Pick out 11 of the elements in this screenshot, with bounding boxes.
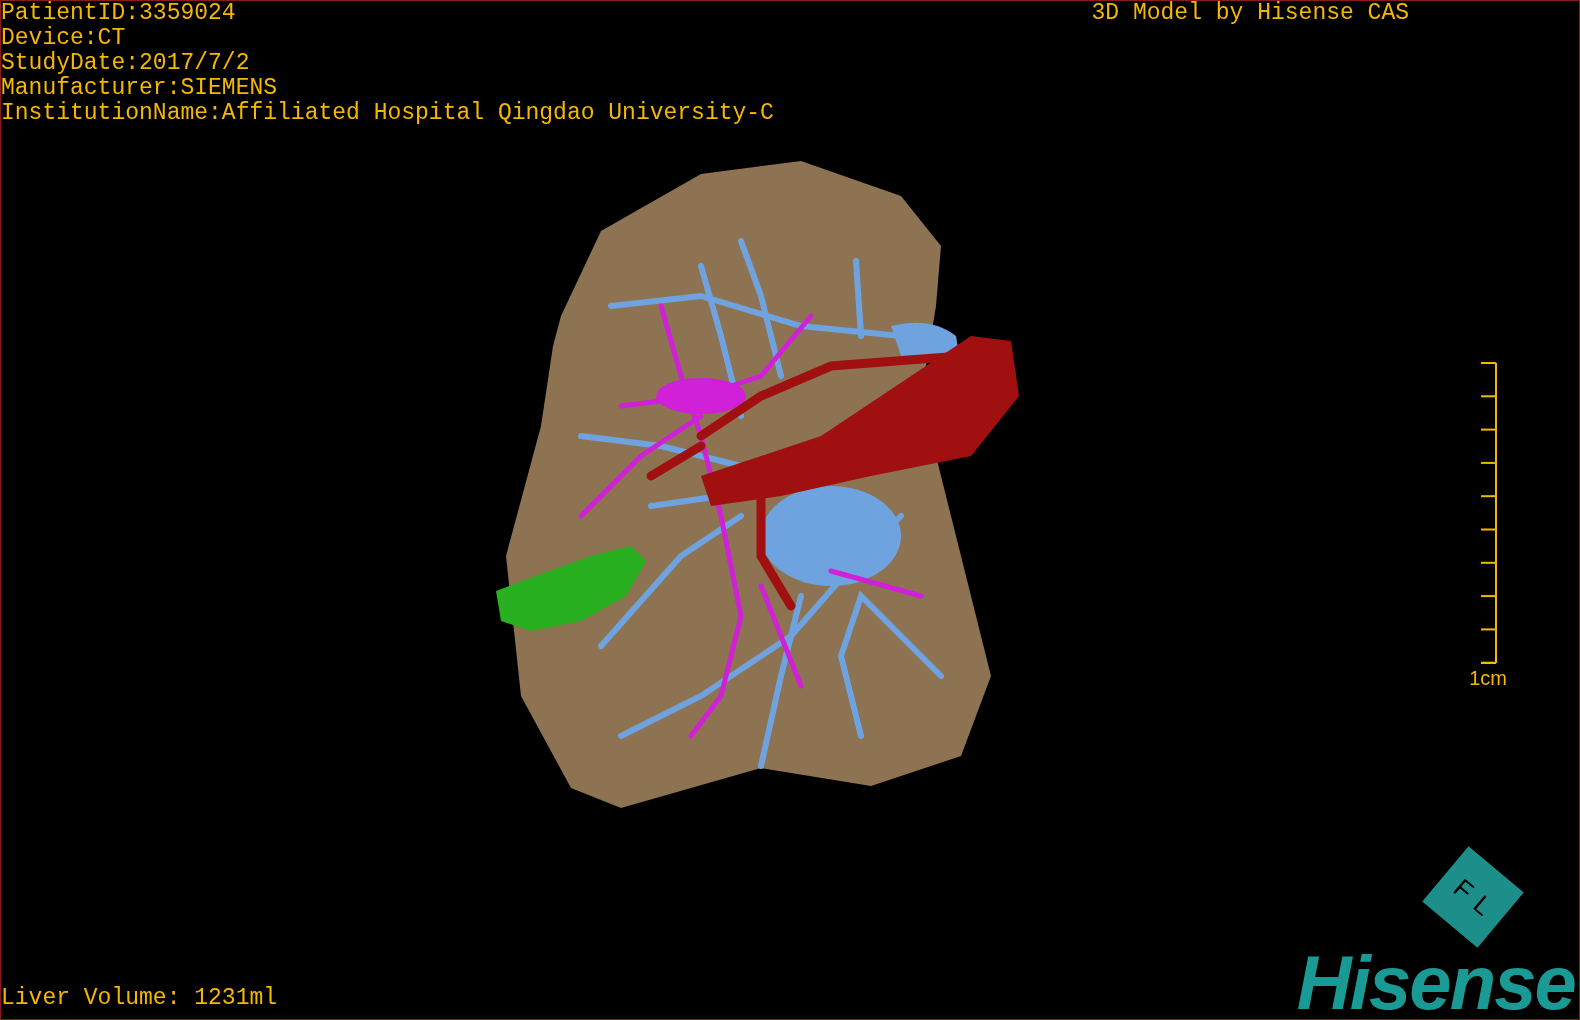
liver-volume-text: Liver Volume: 1231ml — [1, 986, 278, 1011]
app-title: 3D Model by Hisense CAS — [1091, 1, 1409, 28]
study-info-text: Manufacturer:SIEMENS — [1, 76, 279, 101]
cube-face-letter: L — [1468, 888, 1500, 924]
study-info-text: StudyDate:2017/7/2 — [1, 51, 251, 76]
orientation-cube[interactable]: F L — [1422, 846, 1524, 948]
study-info-text: Device:CT — [1, 26, 127, 51]
study-info-text: PatientID:3359024 — [1, 1, 237, 26]
scale-bar-label: 1cm — [1469, 668, 1507, 688]
logo-text: Hisense — [1296, 951, 1575, 1015]
study-info-text: InstitutionName:Affiliated Hospital Qingdao University-C — [1, 101, 774, 126]
